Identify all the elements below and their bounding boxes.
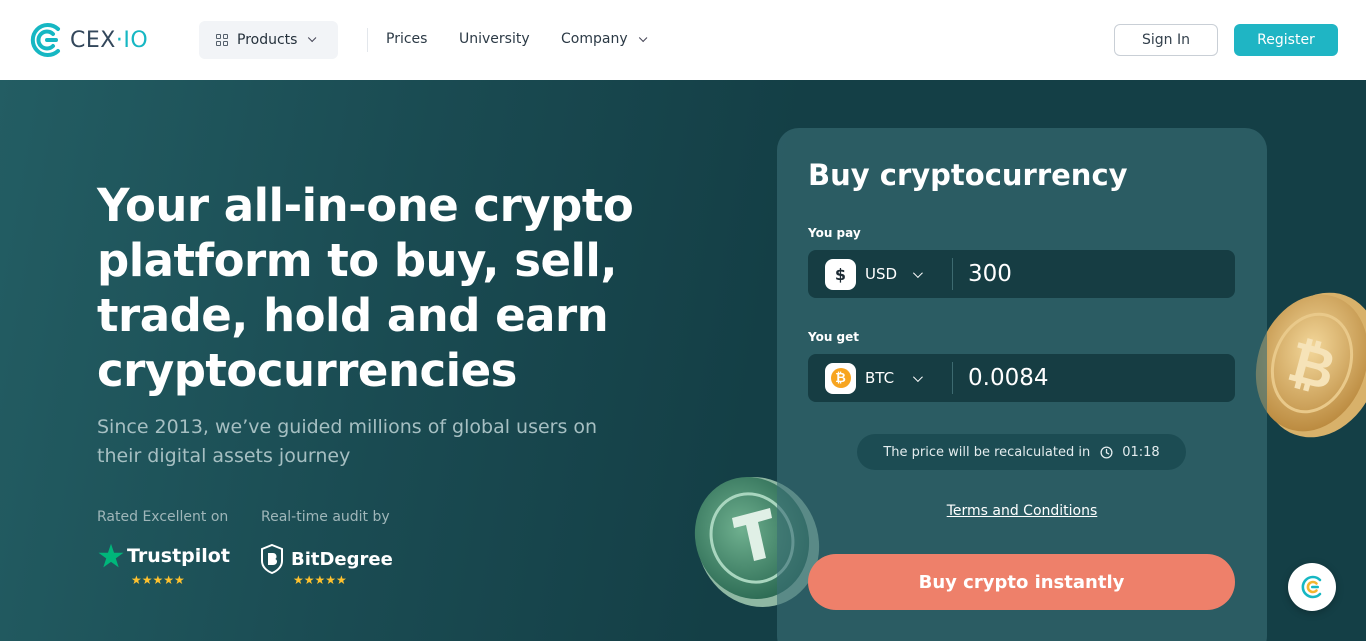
hero-subtitle: Since 2013, we’ve guided millions of glo… xyxy=(97,416,598,467)
buy-crypto-card: Buy cryptocurrency You pay $ USD You get… xyxy=(777,128,1267,641)
sign-in-button[interactable]: Sign In xyxy=(1114,24,1218,56)
grid-icon xyxy=(216,34,228,46)
trustpilot-caption: Rated Excellent on xyxy=(97,509,229,525)
cex-logo-icon xyxy=(30,23,60,57)
register-button[interactable]: Register xyxy=(1234,24,1338,56)
field-divider xyxy=(952,362,953,394)
logo-wordmark: CEX·IO xyxy=(70,27,149,53)
recalc-text: The price will be recalculated in xyxy=(883,444,1091,460)
trustpilot-stars: ★★★★★ xyxy=(131,573,185,587)
you-get-field: ₿ BTC xyxy=(808,354,1235,402)
trustpilot-star-icon xyxy=(98,543,124,568)
hero-section: Your all-in-one crypto platform to buy, … xyxy=(0,80,1366,641)
nav-divider xyxy=(367,28,368,52)
terms-and-conditions-link[interactable]: Terms and Conditions xyxy=(777,503,1267,519)
buy-card-title: Buy cryptocurrency xyxy=(808,158,1128,192)
chat-widget-button[interactable] xyxy=(1288,563,1336,611)
get-currency-select[interactable]: ₿ BTC xyxy=(825,362,923,394)
bitdegree-badge[interactable]: BitDegree xyxy=(261,544,393,574)
price-recalc-notice: The price will be recalculated in 01:18 xyxy=(857,434,1186,470)
bitdegree-stars: ★★★★★ xyxy=(293,573,347,587)
nav-products-label: Products xyxy=(237,32,298,48)
bitdegree-name: BitDegree xyxy=(291,548,393,570)
chevron-down-icon xyxy=(912,371,923,382)
nav-prices-link[interactable]: Prices xyxy=(386,31,427,47)
you-pay-field: $ USD xyxy=(808,250,1235,298)
bitdegree-shield-icon xyxy=(261,544,283,574)
chat-widget-icon xyxy=(1301,575,1322,599)
get-currency-code: BTC xyxy=(865,369,895,387)
nav-university-link[interactable]: University xyxy=(459,31,530,47)
nav-company-dropdown[interactable]: Company xyxy=(561,31,647,47)
bitdegree-caption: Real-time audit by xyxy=(261,509,390,525)
cex-logo[interactable]: CEX·IO xyxy=(28,22,148,58)
field-divider xyxy=(952,258,953,290)
chevron-down-icon xyxy=(308,33,317,43)
hero-title: Your all-in-one crypto platform to buy, … xyxy=(97,179,634,397)
pay-currency-select[interactable]: $ USD xyxy=(825,258,923,290)
pay-amount-input[interactable] xyxy=(968,256,1218,292)
nav-products-dropdown[interactable]: Products xyxy=(199,21,338,59)
btc-icon: ₿ xyxy=(825,362,856,394)
get-amount-input[interactable] xyxy=(968,360,1218,396)
nav-company-label: Company xyxy=(561,31,628,47)
chevron-down-icon xyxy=(638,33,647,43)
btc-symbol: ₿ xyxy=(830,368,851,388)
you-get-label: You get xyxy=(808,330,860,344)
buy-crypto-button[interactable]: Buy crypto instantly xyxy=(808,554,1235,610)
usd-icon: $ xyxy=(825,258,856,290)
recalc-timer: 01:18 xyxy=(1122,444,1160,460)
pay-currency-code: USD xyxy=(865,265,898,283)
clock-icon xyxy=(1100,445,1113,459)
chevron-down-icon xyxy=(912,267,923,278)
top-header: CEX·IO Products Prices University Compan… xyxy=(0,0,1366,80)
trustpilot-name: Trustpilot xyxy=(127,545,230,567)
trustpilot-badge[interactable]: Trustpilot xyxy=(97,542,230,570)
you-pay-label: You pay xyxy=(808,226,861,240)
